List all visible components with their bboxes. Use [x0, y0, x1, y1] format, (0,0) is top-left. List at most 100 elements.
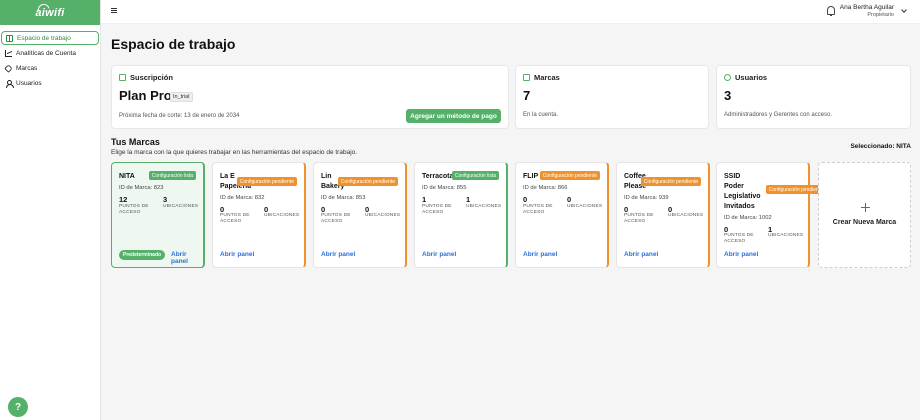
access-points-label: PUNTOS DE ACCESO — [119, 204, 149, 215]
add-payment-button[interactable]: Agregar un método de pago — [406, 109, 501, 123]
status-badge: Configuración pendiente — [337, 177, 398, 186]
brands-note: En la cuenta. — [523, 112, 559, 118]
user-icon — [5, 79, 14, 88]
chevron-down-icon[interactable] — [901, 7, 907, 13]
sidebar-item-label: Usuarios — [16, 79, 42, 87]
help-button[interactable]: ? — [8, 397, 28, 417]
brand-id: ID de Marca: 855 — [422, 185, 467, 191]
sidebar: aiwifi Espacio de trabajo Analíticas de … — [0, 0, 101, 420]
brand-id: ID de Marca: 832 — [220, 195, 265, 201]
status-badge: In_trial — [170, 92, 193, 102]
brands-count: 7 — [523, 88, 531, 103]
tag-icon — [4, 63, 13, 73]
layout-icon — [6, 34, 13, 42]
access-points-count: 0 — [523, 195, 528, 204]
access-points-count: 1 — [422, 195, 427, 204]
access-points-label: PUNTOS DE ACCESO — [523, 204, 553, 215]
brand-id: ID de Marca: 866 — [523, 185, 568, 191]
create-brand-card[interactable]: Crear Nueva Marca — [818, 162, 911, 268]
access-points-label: PUNTOS DE ACCESO — [220, 213, 250, 224]
open-panel-link[interactable]: Abrir panel — [523, 251, 557, 258]
locations-label: UBICACIONES — [264, 213, 300, 218]
brand-id: ID de Marca: 823 — [119, 185, 164, 191]
sidebar-item-label: Analíticas de Cuenta — [16, 49, 76, 57]
card-heading: Usuarios — [724, 73, 767, 82]
sidebar-item-analytics[interactable]: Analíticas de Cuenta — [1, 46, 99, 60]
brand-card-la-e-papeleria[interactable]: La E Papelería Configuración pendiente I… — [212, 162, 306, 268]
section-subtitle: Elige la marca con la que quieres trabaj… — [111, 149, 358, 156]
card-heading: Marcas — [523, 73, 560, 82]
sidebar-item-workspace[interactable]: Espacio de trabajo — [1, 31, 99, 45]
card-heading-label: Marcas — [534, 73, 560, 82]
status-badge: Configuración pendiente — [539, 171, 600, 180]
sidebar-item-label: Espacio de trabajo — [17, 34, 71, 42]
store-icon — [523, 74, 530, 81]
access-points-label: PUNTOS DE ACCESO — [321, 213, 351, 224]
sidebar-item-brands[interactable]: Marcas — [1, 61, 99, 75]
locations-label: UBICACIONES — [668, 213, 704, 218]
section-title: Tus Marcas — [111, 137, 160, 147]
access-points-count: 12 — [119, 195, 128, 204]
brand-id: ID de Marca: 853 — [321, 195, 366, 201]
card-heading-label: Suscripción — [130, 73, 173, 82]
page-title: Espacio de trabajo — [111, 36, 236, 52]
open-panel-link[interactable]: Abrir panel — [422, 251, 456, 258]
brand-card-coffee-please[interactable]: Coffee Please Configuración pendiente ID… — [616, 162, 710, 268]
locations-label: UBICACIONES — [365, 213, 401, 218]
locations-label: UBICACIONES — [466, 204, 502, 209]
menu-icon[interactable] — [111, 8, 117, 13]
open-panel-link[interactable]: Abrir panel — [624, 251, 658, 258]
user-icon — [724, 74, 731, 81]
cutoff-date: Próxima fecha de corte: 13 de enero de 2… — [119, 113, 240, 119]
open-panel-link[interactable]: Abrir panel — [321, 251, 355, 258]
users-count: 3 — [724, 88, 732, 103]
plus-icon — [861, 203, 870, 212]
sidebar-item-users[interactable]: Usuarios — [1, 76, 99, 90]
locations-label: UBICACIONES — [567, 204, 603, 209]
brand-name: Terracota — [422, 173, 454, 180]
brand-card-flip[interactable]: FLIP Configuración pendiente ID de Marca… — [515, 162, 609, 268]
brands-card: Marcas 7 En la cuenta. — [515, 65, 709, 129]
status-badge: Configuración lista — [148, 171, 196, 180]
plan-name: Plan Pro — [119, 88, 172, 103]
locations-label: UBICACIONES — [768, 233, 804, 238]
user-role: Propietario — [867, 12, 894, 18]
topbar: Ana Bertha Aguilar Propietario — [101, 0, 920, 24]
card-heading-label: Usuarios — [735, 73, 768, 82]
locations-count: 3 — [163, 195, 168, 204]
access-points-label: PUNTOS DE ACCESO — [624, 213, 654, 224]
locations-label: UBICACIONES — [163, 204, 199, 209]
brand-card-terracota[interactable]: Terracota Configuración lista ID de Marc… — [414, 162, 508, 268]
access-points-label: PUNTOS DE ACCESO — [724, 233, 754, 244]
access-points-label: PUNTOS DE ACCESO — [422, 204, 452, 215]
brand-id: ID de Marca: 1002 — [724, 215, 772, 221]
brand-card-nita[interactable]: NITA Configuración lista ID de Marca: 82… — [111, 162, 205, 268]
brand-card-lin-bakery[interactable]: Lin Bakery Configuración pendiente ID de… — [313, 162, 407, 268]
selected-brand: Seleccionado: NITA — [850, 143, 911, 150]
user-name[interactable]: Ana Bertha Aguilar — [840, 4, 894, 11]
users-card: Usuarios 3 Administradores y Gerentes co… — [716, 65, 911, 129]
subscription-card: Suscripción Plan Pro In_trial Próxima fe… — [111, 65, 509, 129]
open-panel-link[interactable]: Abrir panel — [220, 251, 254, 258]
brand-card-ssid-poder-legislativo[interactable]: SSID Poder Legislativo Invitados Configu… — [716, 162, 826, 268]
brand-id: ID de Marca: 939 — [624, 195, 669, 201]
card-heading: Suscripción — [119, 73, 173, 82]
gift-icon — [119, 74, 126, 81]
open-panel-link[interactable]: Abrir panel — [171, 251, 203, 265]
open-panel-link[interactable]: Abrir panel — [724, 251, 758, 258]
locations-count: 0 — [567, 195, 572, 204]
status-badge: Configuración pendiente — [765, 185, 826, 194]
create-brand-label: Crear Nueva Marca — [832, 219, 897, 226]
brand-name: FLIP — [523, 173, 539, 180]
bell-icon[interactable] — [827, 6, 835, 16]
brand-name: SSID Poder Legislativo Invitados — [724, 173, 761, 210]
status-badge: Configuración lista — [451, 171, 499, 180]
logo[interactable]: aiwifi — [0, 0, 100, 25]
default-badge: Predeterminado — [119, 250, 166, 260]
status-badge: Configuración pendiente — [640, 177, 701, 186]
brand-name: NITA — [119, 173, 135, 180]
sidebar-item-label: Marcas — [16, 64, 38, 72]
sidebar-nav: Espacio de trabajo Analíticas de Cuenta … — [0, 25, 100, 96]
users-note: Administradores y Gerentes con acceso. — [724, 112, 833, 118]
status-badge: Configuración pendiente — [236, 177, 297, 186]
